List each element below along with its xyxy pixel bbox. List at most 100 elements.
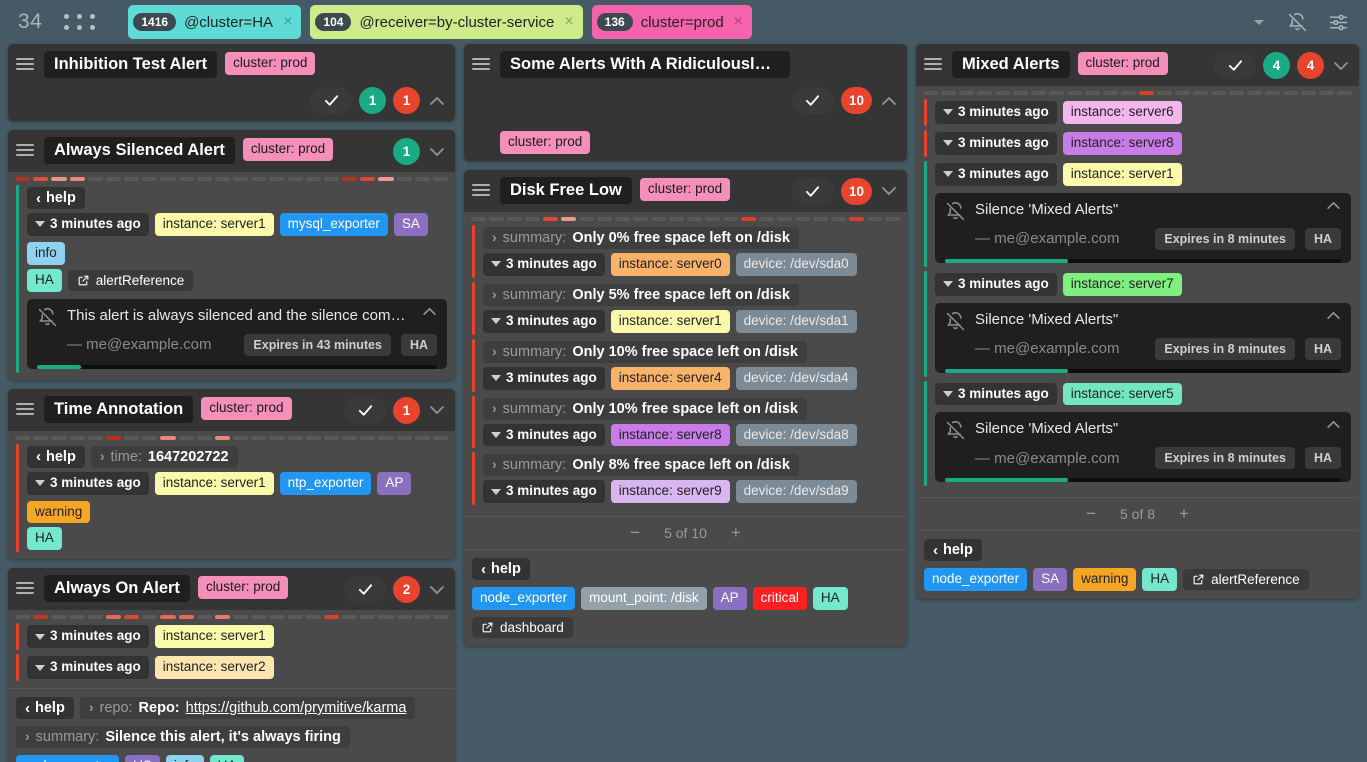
label-cluster[interactable]: HA: [210, 755, 245, 762]
label-instance[interactable]: instance: server5: [1063, 383, 1182, 406]
help-button[interactable]: ‹ help: [472, 558, 530, 580]
label-exporter[interactable]: node_exporter: [924, 568, 1027, 591]
annotation-time[interactable]: › time: 1647202722: [91, 446, 238, 468]
repo-link[interactable]: https://github.com/prymitive/karma: [186, 700, 407, 716]
silence-tag[interactable]: HA: [1305, 338, 1341, 360]
filter-chip-1[interactable]: 104@receiver=by-cluster-service×: [310, 5, 582, 39]
alert-timestamp[interactable]: 3 minutes ago: [483, 253, 605, 276]
label-instance[interactable]: instance: server4: [611, 367, 730, 390]
annotation-summary[interactable]: ›summary:Only 5% free space left on /dis…: [483, 284, 799, 306]
check-icon[interactable]: [792, 87, 834, 114]
group-label-cluster[interactable]: cluster: prod: [201, 397, 291, 420]
close-icon[interactable]: ×: [283, 13, 292, 31]
pager-decrement-button[interactable]: −: [1086, 504, 1096, 524]
alert-timestamp[interactable]: 3 minutes ago: [27, 472, 149, 495]
help-button[interactable]: ‹ help: [27, 187, 85, 209]
alert-timestamp[interactable]: 3 minutes ago: [935, 132, 1057, 155]
pager-increment-button[interactable]: +: [1179, 504, 1189, 524]
label-instance[interactable]: instance: server8: [1063, 132, 1182, 155]
group-menu-icon[interactable]: [472, 55, 492, 73]
alert-timestamp[interactable]: 3 minutes ago: [483, 367, 605, 390]
label-device[interactable]: device: /dev/sda8: [736, 424, 857, 447]
help-button[interactable]: ‹ help: [16, 697, 74, 719]
group-menu-icon[interactable]: [16, 55, 36, 73]
active-count-badge[interactable]: 2: [393, 576, 420, 603]
annotation-summary[interactable]: ›summary:Only 10% free space left on /di…: [483, 341, 807, 363]
active-count-badge[interactable]: 1: [393, 87, 420, 114]
close-icon[interactable]: ×: [564, 13, 573, 31]
label-severity[interactable]: warning: [27, 501, 90, 524]
label-cluster[interactable]: HA: [813, 587, 848, 610]
chevron-up-icon[interactable]: [1326, 420, 1341, 429]
silence-tag[interactable]: HA: [1305, 447, 1341, 469]
pager-increment-button[interactable]: +: [731, 523, 741, 543]
check-icon[interactable]: [1214, 52, 1256, 79]
annotation-summary[interactable]: › summary: Silence this alert, it's alwa…: [16, 726, 350, 748]
chevron-down-icon[interactable]: [427, 405, 447, 415]
label-mount-point[interactable]: mount_point: /disk: [581, 587, 707, 610]
label-instance[interactable]: instance: server0: [611, 253, 730, 276]
group-menu-icon[interactable]: [472, 181, 492, 199]
help-button[interactable]: ‹ help: [27, 446, 85, 468]
alert-timestamp[interactable]: 3 minutes ago: [935, 101, 1057, 124]
alert-timestamp[interactable]: 3 minutes ago: [483, 310, 605, 333]
check-icon[interactable]: [792, 178, 834, 205]
group-menu-icon[interactable]: [16, 141, 36, 159]
annotation-summary[interactable]: ›summary:Only 8% free space left on /dis…: [483, 454, 799, 476]
label-instance[interactable]: instance: server1: [611, 310, 730, 333]
label-exporter[interactable]: ntp_exporter: [280, 472, 372, 495]
close-icon[interactable]: ×: [734, 13, 743, 31]
label-instance[interactable]: instance: server6: [1063, 101, 1182, 124]
group-label-cluster[interactable]: cluster: prod: [243, 138, 333, 161]
label-device[interactable]: device: /dev/sda9: [736, 480, 857, 503]
label-exporter[interactable]: node_exporter: [16, 755, 119, 762]
alert-timestamp[interactable]: 3 minutes ago: [483, 424, 605, 447]
group-label-cluster[interactable]: cluster: prod: [500, 131, 590, 154]
group-label-cluster[interactable]: cluster: prod: [225, 52, 315, 75]
silenced-count-badge[interactable]: 1: [393, 138, 420, 165]
label-severity[interactable]: info: [166, 755, 204, 762]
chevron-down-icon[interactable]: [1331, 61, 1351, 71]
label-region[interactable]: AP: [377, 472, 411, 495]
annotation-summary[interactable]: ›summary:Only 10% free space left on /di…: [483, 398, 807, 420]
label-cluster[interactable]: HA: [27, 269, 62, 292]
label-instance[interactable]: instance: server9: [611, 480, 730, 503]
check-icon[interactable]: [344, 576, 386, 603]
alert-timestamp[interactable]: 3 minutes ago: [483, 480, 605, 503]
active-count-badge[interactable]: 10: [841, 87, 872, 114]
label-region[interactable]: SA: [1033, 568, 1067, 591]
group-label-cluster[interactable]: cluster: prod: [198, 576, 288, 599]
label-device[interactable]: device: /dev/sda0: [736, 253, 857, 276]
group-label-cluster[interactable]: cluster: prod: [640, 178, 730, 201]
filter-chip-0[interactable]: 1416@cluster=HA×: [128, 5, 301, 39]
label-region[interactable]: AP: [713, 587, 747, 610]
label-severity[interactable]: info: [27, 242, 65, 265]
label-instance[interactable]: instance: server2: [155, 656, 274, 679]
label-instance[interactable]: instance: server1: [155, 472, 274, 495]
label-exporter[interactable]: mysql_exporter: [280, 213, 388, 236]
grid-dots-icon[interactable]: [64, 14, 96, 31]
chevron-up-icon[interactable]: [879, 96, 899, 106]
alert-timestamp[interactable]: 3 minutes ago: [27, 625, 149, 648]
chevron-up-icon[interactable]: [427, 96, 447, 106]
filter-chip-2[interactable]: 136cluster=prod×: [592, 5, 752, 39]
group-menu-icon[interactable]: [16, 400, 36, 418]
silence-tag[interactable]: HA: [1305, 228, 1341, 250]
chevron-up-icon[interactable]: [1326, 201, 1341, 210]
alert-reference-link[interactable]: alertReference: [68, 270, 194, 291]
label-region[interactable]: US: [125, 755, 160, 762]
help-button[interactable]: ‹ help: [924, 539, 982, 561]
active-count-badge[interactable]: 10: [841, 178, 872, 205]
label-exporter[interactable]: node_exporter: [472, 587, 575, 610]
check-icon[interactable]: [310, 87, 352, 114]
alert-timestamp[interactable]: 3 minutes ago: [935, 383, 1057, 406]
active-count-badge[interactable]: 1: [393, 397, 420, 424]
active-count-badge[interactable]: 4: [1297, 52, 1324, 79]
alert-reference-link[interactable]: alertReference: [1183, 569, 1309, 590]
label-device[interactable]: device: /dev/sda1: [736, 310, 857, 333]
chevron-down-icon[interactable]: [1251, 14, 1267, 30]
settings-sliders-icon[interactable]: [1328, 12, 1349, 33]
group-menu-icon[interactable]: [924, 55, 944, 73]
pager-decrement-button[interactable]: −: [630, 523, 640, 543]
label-instance[interactable]: instance: server7: [1063, 273, 1182, 296]
